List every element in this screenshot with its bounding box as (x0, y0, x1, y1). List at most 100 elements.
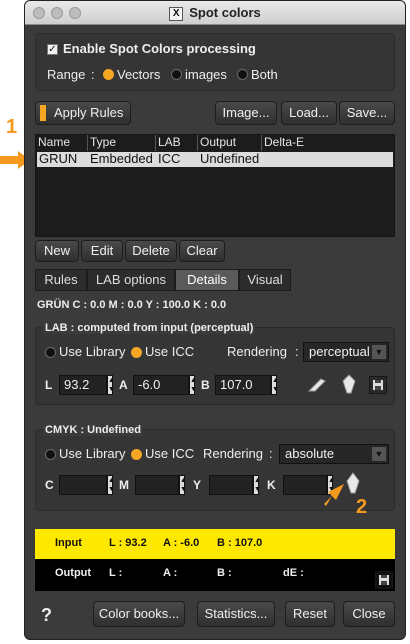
cmyk-use-library-label[interactable]: Use Library (59, 446, 125, 461)
lab-pipette-icon[interactable] (307, 373, 329, 395)
cmyk-y-stepper[interactable]: ▲ ▼ (253, 475, 261, 495)
cmyk-use-library-radio[interactable] (45, 449, 56, 460)
spot-colors-window: X Spot colors ✓ Enable Spot Colors proces… (24, 0, 406, 640)
lab-rendering-label: Rendering (227, 344, 287, 359)
new-rule-button[interactable]: New (35, 240, 79, 262)
lab-picker-icon[interactable] (339, 371, 359, 395)
lab-a-label: A (119, 378, 128, 392)
lab-use-icc-label[interactable]: Use ICC (145, 344, 194, 359)
reset-button[interactable]: Reset (285, 601, 335, 627)
col-header-lab[interactable]: LAB (156, 135, 198, 151)
preview-input-l: L : 93.2 (109, 537, 147, 549)
cell-type: Embedded (90, 151, 153, 166)
cmyk-k-field[interactable] (283, 475, 327, 495)
lab-save-icon[interactable] (369, 376, 387, 394)
apply-rules-button[interactable]: Apply Rules (35, 101, 131, 125)
cell-output: Undefined (200, 151, 260, 166)
enable-spot-checkbox[interactable]: ✓ (47, 44, 58, 55)
cmyk-rendering-select[interactable]: absolute ▼ (279, 444, 389, 464)
chevron-down-icon: ▼ (372, 447, 386, 461)
preview-input-b: B : 107.0 (217, 537, 263, 549)
preview-output-label: Output (55, 567, 92, 579)
col-header-output[interactable]: Output (198, 135, 262, 151)
cmyk-picker-icon[interactable] (343, 469, 363, 495)
cmyk-m-stepper[interactable]: ▲ ▼ (179, 475, 187, 495)
lab-a-stepper[interactable]: ▲ ▼ (189, 375, 197, 395)
table-row[interactable]: GRUN Embedded ICC Undefined (37, 152, 393, 167)
cmyk-m-label: M (119, 478, 129, 492)
lab-rendering-select[interactable]: perceptual ▼ (303, 342, 389, 362)
lab-l-stepper[interactable]: ▲ ▼ (107, 375, 115, 395)
lab-b-stepper[interactable]: ▲ ▼ (271, 375, 279, 395)
cmyk-rendering-separator: : (269, 446, 273, 461)
cmyk-c-field[interactable] (59, 475, 107, 495)
lab-b-label: B (201, 378, 210, 392)
color-summary: GRÜN C : 0.0 M : 0.0 Y : 100.0 K : 0.0 (37, 299, 227, 311)
statistics-button[interactable]: Statistics... (197, 601, 275, 627)
tab-rules[interactable]: Rules (35, 269, 87, 291)
tab-visual[interactable]: Visual (239, 269, 291, 291)
input-preview (35, 529, 395, 559)
lab-use-library-radio[interactable] (45, 347, 56, 358)
image-button[interactable]: Image... (215, 101, 277, 125)
cmyk-c-stepper[interactable]: ▲ ▼ (107, 475, 115, 495)
annotation-arrow-2-icon (324, 484, 344, 506)
tab-details[interactable]: Details (175, 269, 239, 291)
preview-output-a: A : (163, 567, 178, 579)
lab-rendering-value: perceptual (309, 344, 370, 359)
cmyk-rendering-value: absolute (285, 446, 335, 461)
x11-app-icon: X (169, 7, 184, 21)
range-vectors-label[interactable]: Vectors (117, 67, 160, 82)
lab-b-field[interactable]: 107.0 (215, 375, 271, 395)
lab-a-field[interactable]: -6.0 (133, 375, 189, 395)
lab-use-icc-radio[interactable] (131, 347, 142, 358)
col-header-delta-e[interactable]: Delta-E (262, 135, 394, 151)
range-images-label[interactable]: images (185, 67, 227, 82)
range-both-label[interactable]: Both (251, 67, 278, 82)
lab-use-library-label[interactable]: Use Library (59, 344, 125, 359)
cmyk-y-field[interactable] (209, 475, 253, 495)
range-separator: : (91, 67, 95, 82)
clear-rules-button[interactable]: Clear (179, 240, 225, 262)
preview-input-label: Input (55, 537, 82, 549)
apply-rules-label: Apply Rules (54, 105, 124, 120)
range-vectors-radio[interactable] (103, 69, 114, 80)
range-label: Range (47, 67, 86, 82)
range-images-radio[interactable] (171, 69, 182, 80)
cmyk-rendering-label: Rendering (203, 446, 263, 461)
load-button[interactable]: Load... (281, 101, 337, 125)
color-books-button[interactable]: Color books... (93, 601, 185, 627)
preview-output-b: B : (217, 567, 232, 579)
floppy-icon (379, 575, 389, 585)
window-title: Spot colors (189, 5, 261, 20)
enable-spot-label: Enable Spot Colors processing (63, 41, 256, 56)
preview-input-a: A : -6.0 (163, 537, 200, 549)
cmyk-m-field[interactable] (135, 475, 179, 495)
annotation-number-2: 2 (356, 496, 368, 518)
lab-l-label: L (45, 378, 53, 392)
lab-l-field[interactable]: 93.2 (59, 375, 107, 395)
chevron-down-icon: ▼ (372, 345, 386, 359)
tab-lab-options[interactable]: LAB options (87, 269, 175, 291)
cmyk-c-label: C (45, 478, 54, 492)
col-header-type[interactable]: Type (88, 135, 156, 151)
preview-output-l: L : (109, 567, 123, 579)
range-both-radio[interactable] (237, 69, 248, 80)
output-save-icon[interactable] (375, 571, 393, 589)
cmyk-k-label: K (267, 478, 276, 492)
edit-rule-button[interactable]: Edit (81, 240, 123, 262)
help-button[interactable]: ? (41, 605, 52, 626)
apply-rules-indicator (40, 105, 46, 121)
rules-table: Name Type LAB Output Delta-E GRUN Embedd… (35, 134, 395, 237)
save-button[interactable]: Save... (339, 101, 395, 125)
cell-name: GRUN (39, 151, 78, 166)
floppy-icon (373, 380, 383, 390)
delete-rule-button[interactable]: Delete (125, 240, 177, 262)
cell-lab: ICC (158, 151, 181, 166)
lab-group-title: LAB : computed from input (perceptual) (43, 322, 256, 334)
title-bar: X Spot colors (25, 1, 405, 25)
cmyk-use-icc-label[interactable]: Use ICC (145, 446, 194, 461)
col-header-name[interactable]: Name (36, 135, 88, 151)
cmyk-use-icc-radio[interactable] (131, 449, 142, 460)
close-button[interactable]: Close (343, 601, 395, 627)
